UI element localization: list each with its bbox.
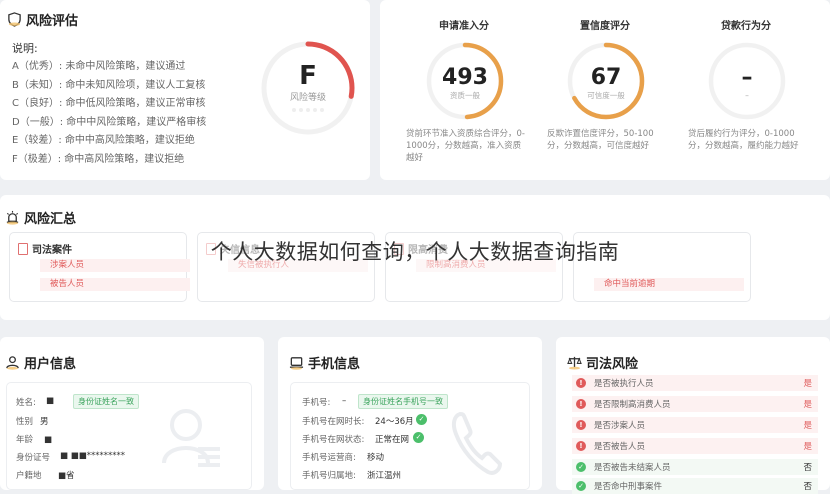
check-circle-icon: ✓ — [416, 414, 427, 425]
judicial-item-label: 是否限制高消费人员 — [594, 400, 671, 410]
user-info-title: 用户信息 — [4, 353, 76, 372]
score-value: 493 — [442, 65, 488, 90]
phone-carrier-value: 移动 — [367, 453, 385, 463]
judicial-item-result: 是 — [803, 421, 812, 431]
score-description: 贷后履约行为评分，0-1000分，分数越高，履约能力越好 — [688, 129, 799, 151]
id-name-match-badge: 身份证姓名一致 — [73, 394, 139, 409]
judicial-item-result: 是 — [803, 442, 812, 452]
user-name-value: ■ — [46, 396, 55, 406]
check-circle-icon: ✓ — [576, 462, 586, 472]
score-value: 67 — [591, 65, 622, 90]
judicial-item-label: 是否被告人员 — [594, 442, 646, 452]
score-column-confidence: 置信度评分 — [535, 0, 675, 32]
score-label: – — [745, 91, 749, 100]
judicial-item: ! 是否涉案人员 是 — [572, 417, 818, 433]
score-label: 资质一般 — [450, 90, 480, 100]
user-hometown-value: ■省 — [58, 471, 75, 481]
grade-value: F — [299, 61, 317, 91]
phone-field-label: 手机号在网状态: — [302, 435, 365, 445]
legend-item: A（优秀）: 未命中风险策略，建议通过 — [12, 61, 186, 72]
judicial-item: ✓ 是否命中刑事案件 否 — [572, 478, 818, 494]
judicial-item-result: 是 — [803, 400, 812, 410]
risk-grade-gauge: F 风险等级 — [261, 41, 355, 135]
user-field-label: 姓名: — [16, 398, 36, 408]
phone-field-label: 手机号归属地: — [302, 471, 356, 481]
judicial-item: ! 是否被告人员 是 — [572, 438, 818, 454]
user-gender-value: 男 — [40, 417, 49, 427]
score-gauge: – – — [708, 42, 786, 120]
risk-summary-title: 风险汇总 — [4, 208, 76, 227]
score-gauge: 67 可信度一般 — [567, 42, 645, 120]
phone-number-value: – — [342, 396, 347, 406]
judicial-item-label: 是否被执行人员 — [594, 379, 654, 389]
alert-circle-icon: ! — [576, 441, 586, 451]
user-icon — [4, 355, 20, 371]
alarm-light-icon — [4, 210, 20, 226]
alert-circle-icon: ! — [576, 420, 586, 430]
judicial-item-result: 否 — [803, 482, 812, 492]
judicial-item-label: 是否被告未结案人员 — [594, 463, 671, 473]
user-profile-icon — [162, 409, 220, 467]
phone-field-label: 手机号: — [302, 398, 331, 408]
score-header: 贷款行为分 — [721, 21, 771, 32]
summary-row: 被告人员 — [40, 278, 190, 291]
legend-item: B（未知）: 命中未知风险项，建议人工复核 — [12, 79, 206, 91]
laptop-icon — [288, 355, 304, 371]
score-gauge: 493 资质一般 — [426, 42, 504, 120]
alert-circle-icon: ! — [576, 378, 586, 388]
judicial-item-label: 是否命中刑事案件 — [594, 482, 663, 492]
score-header: 置信度评分 — [580, 21, 630, 32]
legend-item: E（较差）: 命中中高风险策略，建议拒绝 — [12, 135, 195, 146]
score-header: 申请准入分 — [439, 21, 489, 32]
user-field-label: 年龄 — [16, 435, 34, 445]
legend-item: C（良好）: 命中低风险策略，建议正常审核 — [12, 98, 206, 109]
summary-row: 命中当前逾期 — [594, 278, 744, 291]
judicial-risk-title: 司法风险 — [566, 353, 638, 372]
grade-legend: A（优秀）: 未命中风险策略，建议通过 B（未知）: 命中未知风险项，建议人工复… — [12, 58, 206, 169]
risk-assessment-card: 风险评估 说明: A（优秀）: 未命中风险策略，建议通过 B（未知）: 命中未知… — [0, 0, 370, 180]
phone-info-title: 手机信息 — [288, 353, 360, 372]
judicial-item: ! 是否被执行人员 是 — [572, 375, 818, 391]
phone-field-label: 手机号在网时长: — [302, 417, 365, 427]
risk-assessment-title: 风险评估 — [6, 10, 78, 29]
legend-item: F（极差）: 命中高风险策略，建议拒绝 — [12, 153, 185, 165]
shield-icon — [6, 12, 22, 28]
phone-location-value: 浙江温州 — [367, 471, 402, 481]
check-circle-icon: ✓ — [413, 432, 424, 443]
phone-field-label: 手机号运营商: — [302, 453, 356, 463]
grade-label: 风险等级 — [290, 91, 326, 103]
judicial-item: ! 是否限制高消费人员 是 — [572, 396, 818, 412]
judicial-item-result: 否 — [803, 463, 812, 473]
score-column-application: 申请准入分 — [394, 0, 534, 32]
user-field-label: 身份证号 — [16, 453, 51, 463]
legend-item: D（一般）: 命中中风险策略，建议严格审核 — [12, 116, 207, 128]
score-description: 反欺诈置信度评分，50-100分，分数越高，可信度越好 — [547, 129, 654, 151]
id-name-phone-match-badge: 身份证姓名手机号一致 — [358, 394, 448, 409]
judicial-item-result: 是 — [803, 379, 812, 389]
scores-card: 申请准入分 置信度评分 贷款行为分 493 资质一般 67 可信度一般 – – … — [380, 0, 830, 180]
user-field-label: 性别 — [16, 417, 34, 427]
phone-status-value: 正常在网 — [375, 435, 410, 445]
alert-circle-icon: ! — [576, 399, 586, 409]
phone-handset-icon — [451, 411, 502, 475]
judicial-item-label: 是否涉案人员 — [594, 421, 646, 431]
legend-title: 说明: — [12, 42, 38, 55]
user-field-label: 户籍地 — [16, 471, 42, 481]
score-label: 可信度一般 — [587, 90, 625, 100]
scales-icon — [566, 355, 582, 371]
score-column-loan-behavior: 贷款行为分 — [676, 0, 816, 32]
score-description: 贷前环节准入资质综合评分，0-1000分，分数越高，准入资质越好 — [406, 129, 525, 163]
user-age-value: ■ — [44, 435, 53, 445]
phone-tenure-value: 24～36月 — [375, 417, 414, 427]
score-value: – — [742, 65, 753, 90]
judicial-item: ✓ 是否被告未结案人员 否 — [572, 459, 818, 475]
user-id-number-value: ■ ■■********* — [60, 451, 126, 461]
overlay-caption: 个人大数据如何查询，个人大数据查询指南 — [210, 240, 620, 264]
